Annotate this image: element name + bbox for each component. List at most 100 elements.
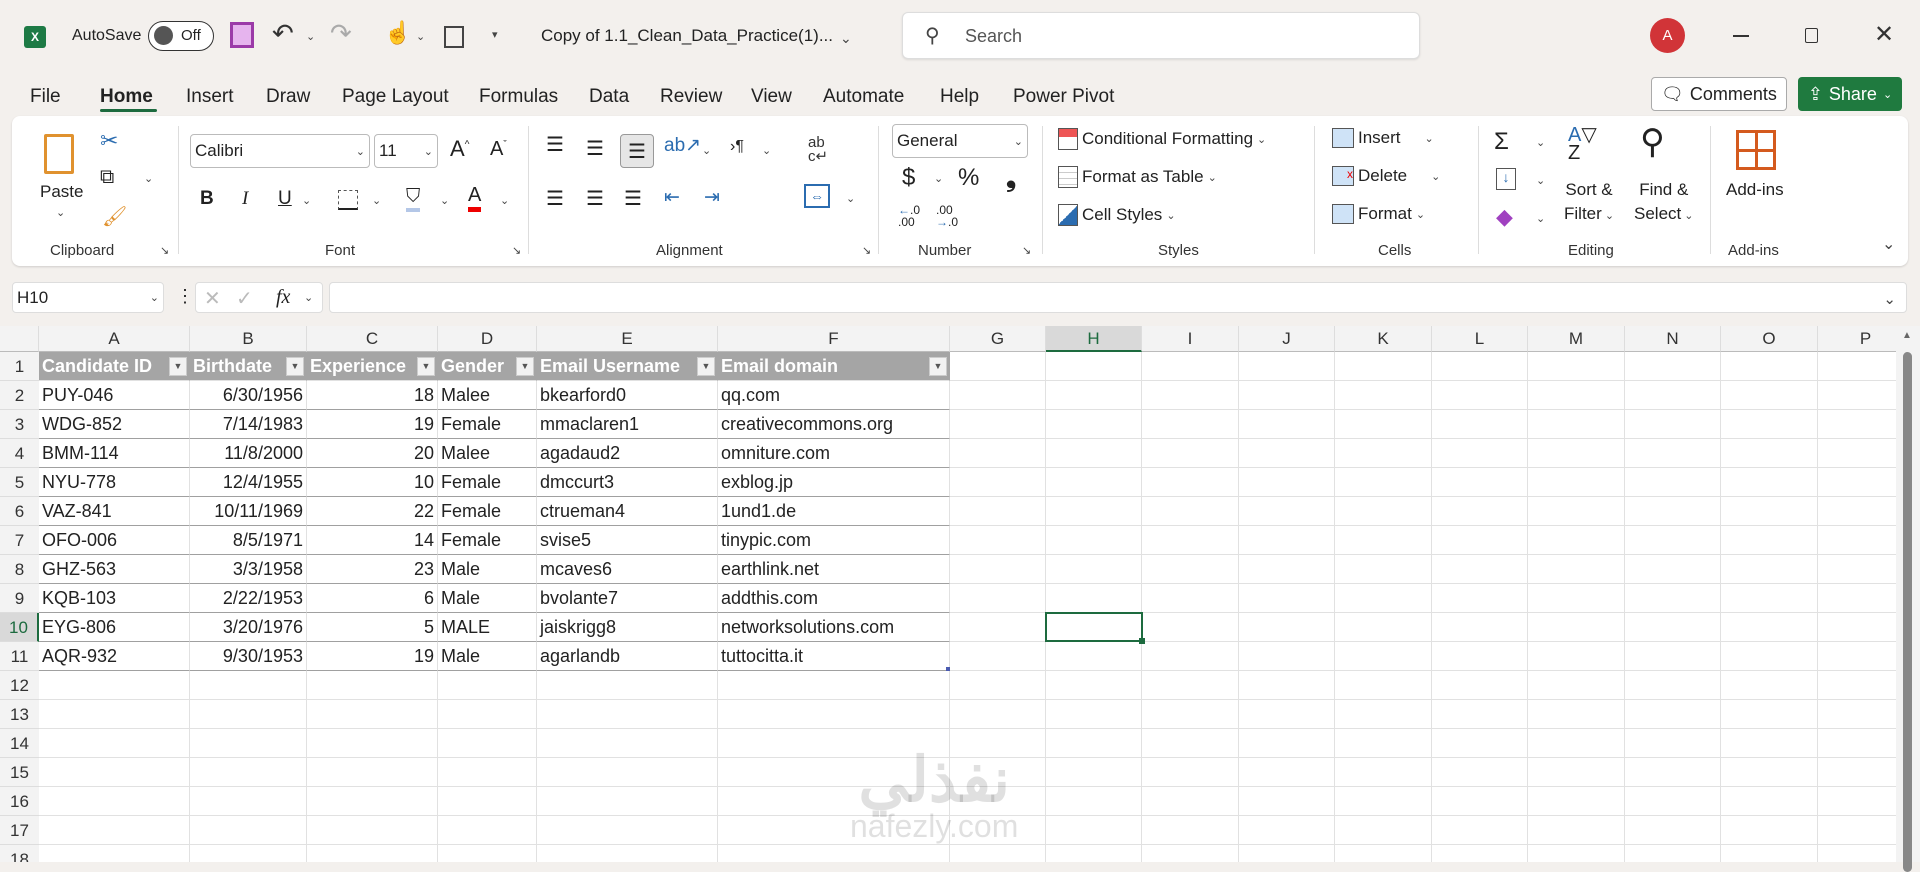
cell-styles-button[interactable]: Cell Styles ⌄ <box>1058 204 1176 226</box>
table-cell[interactable]: GHZ-563 <box>39 555 190 584</box>
form-icon[interactable] <box>444 26 464 48</box>
cell[interactable] <box>1721 816 1818 845</box>
cell[interactable] <box>1818 671 1896 700</box>
cell[interactable] <box>1142 816 1239 845</box>
cell[interactable] <box>1239 352 1335 381</box>
cell[interactable] <box>1432 439 1528 468</box>
cell[interactable] <box>1046 787 1142 816</box>
selected-cell-h10[interactable] <box>1045 612 1143 642</box>
filter-dropdown-button[interactable]: ▼ <box>697 357 715 376</box>
select-all-corner[interactable] <box>0 326 39 352</box>
cell[interactable] <box>1239 700 1335 729</box>
function-dropdown-icon[interactable]: ⌄ <box>304 291 313 304</box>
cell[interactable] <box>190 729 307 758</box>
table-cell[interactable]: 1und1.de <box>718 497 950 526</box>
cell[interactable] <box>1335 584 1432 613</box>
table-cell[interactable]: 10 <box>307 468 438 497</box>
cut-icon[interactable]: ✂ <box>100 128 118 154</box>
format-painter-icon[interactable]: 🖌 <box>102 204 127 229</box>
cell[interactable] <box>1239 787 1335 816</box>
cell[interactable] <box>39 845 190 862</box>
column-header-e[interactable]: E <box>537 326 718 352</box>
table-cell[interactable]: 6/30/1956 <box>190 381 307 410</box>
cell[interactable] <box>1625 671 1721 700</box>
cell[interactable] <box>190 671 307 700</box>
cell[interactable] <box>1432 729 1528 758</box>
row-header-9[interactable]: 9 <box>0 584 39 613</box>
clear-icon[interactable]: ◆ <box>1496 204 1513 230</box>
column-header-f[interactable]: F <box>718 326 950 352</box>
cell[interactable] <box>950 439 1046 468</box>
cell[interactable] <box>1528 555 1625 584</box>
cell[interactable] <box>1239 526 1335 555</box>
tab-home[interactable]: Home <box>100 86 153 108</box>
cell[interactable] <box>1142 468 1239 497</box>
row-header-12[interactable]: 12 <box>0 671 39 700</box>
borders-icon[interactable] <box>338 190 358 210</box>
cell[interactable] <box>438 729 537 758</box>
insert-cells-button[interactable]: Insert ⌄ <box>1332 128 1434 148</box>
save-icon[interactable] <box>230 22 254 48</box>
cell[interactable] <box>1239 613 1335 642</box>
column-header-c[interactable]: C <box>307 326 438 352</box>
table-cell[interactable]: mmaclaren1 <box>537 410 718 439</box>
underline-button[interactable]: U <box>278 188 292 210</box>
cell[interactable] <box>537 671 718 700</box>
align-bottom-icon[interactable]: ☰ <box>620 134 654 168</box>
row-header-2[interactable]: 2 <box>0 381 39 410</box>
cell[interactable] <box>1142 555 1239 584</box>
cell[interactable] <box>1528 584 1625 613</box>
cell[interactable] <box>1046 497 1142 526</box>
decrease-indent-icon[interactable]: ⇤ <box>664 186 680 209</box>
addins-icon[interactable] <box>1736 130 1776 170</box>
cell[interactable] <box>1335 468 1432 497</box>
cell[interactable] <box>1528 729 1625 758</box>
scrollbar-thumb[interactable] <box>1903 352 1912 872</box>
cell[interactable] <box>1625 410 1721 439</box>
cell[interactable] <box>1432 497 1528 526</box>
copy-dropdown-icon[interactable]: ⌄ <box>144 172 153 185</box>
tab-page-layout[interactable]: Page Layout <box>342 86 449 108</box>
column-header-i[interactable]: I <box>1142 326 1239 352</box>
cell[interactable] <box>438 758 537 787</box>
find-select-icon[interactable]: ⚲ <box>1640 122 1665 162</box>
column-header-b[interactable]: B <box>190 326 307 352</box>
cell[interactable] <box>1239 642 1335 671</box>
percent-button[interactable]: % <box>958 164 979 192</box>
cell[interactable] <box>950 700 1046 729</box>
more-options-icon[interactable]: ⋮ <box>176 286 194 307</box>
cell[interactable] <box>950 468 1046 497</box>
row-header-14[interactable]: 14 <box>0 729 39 758</box>
row-header-8[interactable]: 8 <box>0 555 39 584</box>
cell[interactable] <box>1721 381 1818 410</box>
table-cell[interactable]: Female <box>438 410 537 439</box>
paste-dropdown-icon[interactable]: ⌄ <box>56 206 65 219</box>
table-cell[interactable]: 14 <box>307 526 438 555</box>
cell[interactable] <box>1528 526 1625 555</box>
cell[interactable] <box>1432 671 1528 700</box>
cell[interactable] <box>1046 584 1142 613</box>
cell[interactable] <box>950 642 1046 671</box>
paste-button[interactable]: Paste <box>40 182 83 202</box>
cell[interactable] <box>190 758 307 787</box>
row-header-3[interactable]: 3 <box>0 410 39 439</box>
cell[interactable] <box>39 816 190 845</box>
font-name-dropdown[interactable]: Calibri ⌄ <box>190 134 370 168</box>
expand-formula-bar-icon[interactable]: ⌄ <box>1883 290 1896 308</box>
table-cell[interactable]: 12/4/1955 <box>190 468 307 497</box>
cell[interactable] <box>950 526 1046 555</box>
cell[interactable] <box>1239 816 1335 845</box>
cell[interactable] <box>1432 410 1528 439</box>
cell[interactable] <box>190 845 307 862</box>
table-cell[interactable]: 19 <box>307 642 438 671</box>
cell[interactable] <box>950 613 1046 642</box>
underline-dropdown-icon[interactable]: ⌄ <box>302 194 311 207</box>
cell[interactable] <box>1625 845 1721 862</box>
table-resize-handle[interactable] <box>946 667 950 671</box>
paste-icon[interactable] <box>44 134 74 174</box>
table-cell[interactable]: agadaud2 <box>537 439 718 468</box>
clear-dropdown-icon[interactable]: ⌄ <box>1536 212 1545 225</box>
table-cell[interactable]: bvolante7 <box>537 584 718 613</box>
row-header-10[interactable]: 10 <box>0 613 39 642</box>
cell[interactable] <box>1432 381 1528 410</box>
